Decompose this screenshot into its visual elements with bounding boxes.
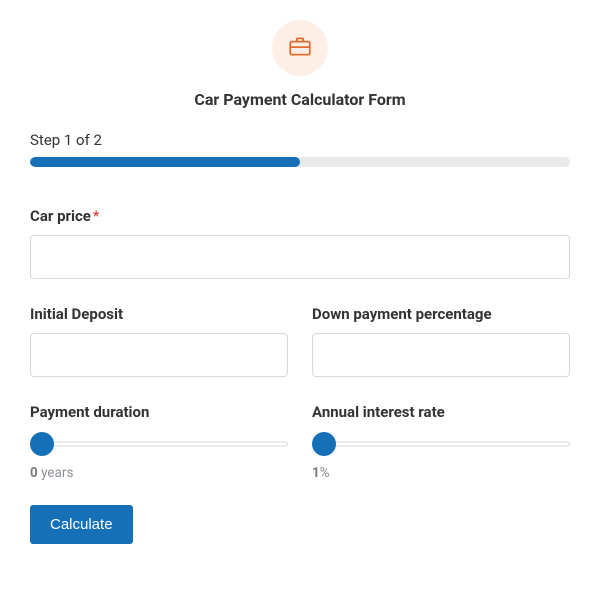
annual-rate-unit: % [320,465,330,481]
progress-fill [30,157,300,167]
payment-duration-value: 0 years [30,465,288,481]
slider-track [312,442,570,447]
payment-duration-label: Payment duration [30,403,288,421]
progress-bar [30,157,570,167]
annual-rate-number: 1 [312,465,320,481]
initial-deposit-label: Initial Deposit [30,305,288,323]
payment-duration-unit: years [38,465,74,481]
payment-duration-number: 0 [30,465,38,481]
calculate-button[interactable]: Calculate [30,505,133,544]
annual-rate-slider[interactable] [312,431,570,457]
car-price-input[interactable] [30,235,570,279]
step-label: Step 1 of 2 [30,131,570,149]
down-payment-input[interactable] [312,333,570,377]
initial-deposit-input[interactable] [30,333,288,377]
slider-thumb[interactable] [312,432,336,456]
required-mark: * [93,207,99,225]
briefcase-icon [287,33,313,63]
slider-thumb[interactable] [30,432,54,456]
car-price-label-text: Car price [30,207,91,225]
header-icon-circle [272,20,328,76]
down-payment-label: Down payment percentage [312,305,570,323]
car-price-label: Car price* [30,207,570,225]
annual-rate-label: Annual interest rate [312,403,570,421]
payment-duration-slider[interactable] [30,431,288,457]
annual-rate-value: 1% [312,465,570,481]
slider-track [30,442,288,447]
page-title: Car Payment Calculator Form [30,90,570,109]
